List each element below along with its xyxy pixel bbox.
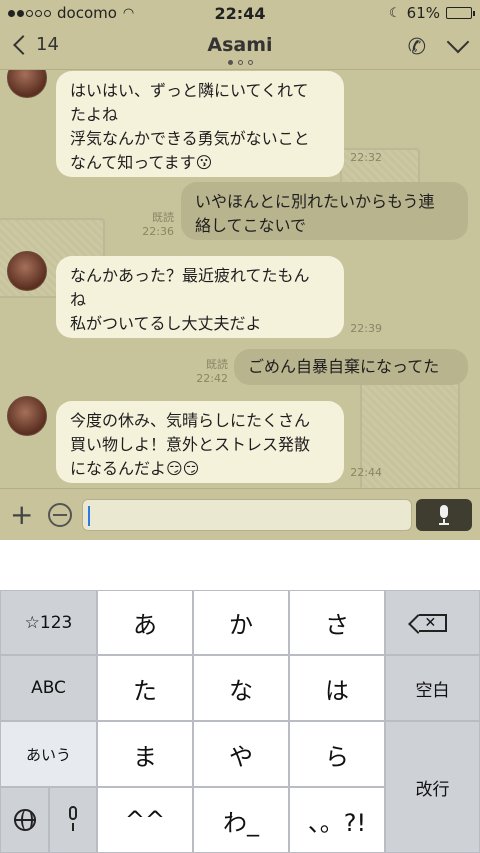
carrier-name: docomo: [57, 4, 117, 22]
message-bubble-incoming[interactable]: 今度の休み、気晴らしにたくさん 買い物しよ！意外とストレス発散 になるんだよ😏😏: [56, 401, 344, 483]
phone-icon[interactable]: ✆: [408, 35, 426, 60]
status-bar: docomo ◠ 22:44 ☾ 61%: [0, 0, 480, 26]
do-not-disturb-icon: ☾: [389, 5, 401, 21]
key-punctuation[interactable]: 、。?!: [289, 787, 385, 853]
chat-header: 14 Asami ✆: [0, 26, 480, 70]
message-bubble-incoming[interactable]: はいはい、ずっと隣にいてくれて たよね 浮気なんかできる勇気がないこと なんて知…: [56, 71, 344, 177]
chevron-left-icon: [13, 34, 33, 55]
key-emoticon[interactable]: ^^: [97, 787, 193, 853]
wifi-icon: ◠: [122, 5, 135, 21]
key-a[interactable]: あ: [97, 590, 193, 655]
voice-message-button[interactable]: [416, 499, 472, 531]
contact-avatar[interactable]: [7, 396, 47, 436]
key-abc[interactable]: ABC: [0, 655, 97, 721]
message-time: 22:39: [350, 322, 382, 335]
message-bubble-incoming[interactable]: なんかあった？最近疲れてたもん ね 私がついてるし大丈夫だよ: [56, 256, 344, 338]
key-sa[interactable]: さ: [289, 590, 385, 655]
read-receipt: 既読: [152, 211, 174, 224]
globe-icon: [13, 809, 36, 831]
japanese-kana-keyboard: ☆123 あ か さ ✕ ABC た な は 空白 あいう ま や ら 改行 ^…: [0, 590, 480, 853]
battery-percent: 61%: [406, 4, 440, 22]
backspace-key[interactable]: ✕: [385, 590, 480, 655]
return-key[interactable]: 改行: [385, 721, 480, 853]
message-time: 22:42: [196, 372, 228, 385]
keyboard-gap: [0, 540, 480, 590]
globe-key[interactable]: [0, 787, 49, 853]
message-time: 22:32: [350, 151, 382, 164]
signal-strength-icon: [8, 9, 51, 17]
unread-count: 14: [36, 34, 59, 55]
message-time: 22:36: [142, 225, 174, 238]
message-time: 22:44: [350, 466, 382, 479]
chevron-down-icon[interactable]: [446, 30, 470, 54]
message-bubble-outgoing[interactable]: いやほんとに別れたいからもう連 絡してこないで: [181, 182, 468, 240]
key-kana[interactable]: あいう: [0, 721, 97, 787]
key-ka[interactable]: か: [193, 590, 289, 655]
page-indicator: [0, 60, 480, 65]
read-receipt: 既読: [206, 358, 228, 371]
key-wa[interactable]: わ_: [193, 787, 289, 853]
battery-icon: [446, 7, 475, 19]
message-input[interactable]: [82, 499, 412, 531]
microphone-icon: [67, 806, 79, 834]
plus-icon[interactable]: +: [10, 501, 33, 529]
key-ha[interactable]: は: [289, 655, 385, 721]
key-ya[interactable]: や: [193, 721, 289, 787]
back-button[interactable]: 14: [12, 34, 59, 55]
sticker-icon[interactable]: [48, 503, 72, 527]
contact-avatar[interactable]: [7, 70, 47, 98]
space-key[interactable]: 空白: [385, 655, 480, 721]
key-ma[interactable]: ま: [97, 721, 193, 787]
contact-avatar[interactable]: [7, 251, 47, 291]
backspace-icon: ✕: [418, 613, 447, 632]
key-numbers[interactable]: ☆123: [0, 590, 97, 655]
dictation-key[interactable]: [49, 787, 97, 853]
message-bubble-outgoing[interactable]: ごめん自暴自棄になってた: [234, 349, 468, 385]
text-cursor: [88, 506, 90, 526]
chat-area[interactable]: はいはい、ずっと隣にいてくれて たよね 浮気なんかできる勇気がないこと なんて知…: [0, 70, 480, 488]
message-input-bar: +: [0, 488, 480, 540]
key-ta[interactable]: た: [97, 655, 193, 721]
key-na[interactable]: な: [193, 655, 289, 721]
key-ra[interactable]: ら: [289, 721, 385, 787]
